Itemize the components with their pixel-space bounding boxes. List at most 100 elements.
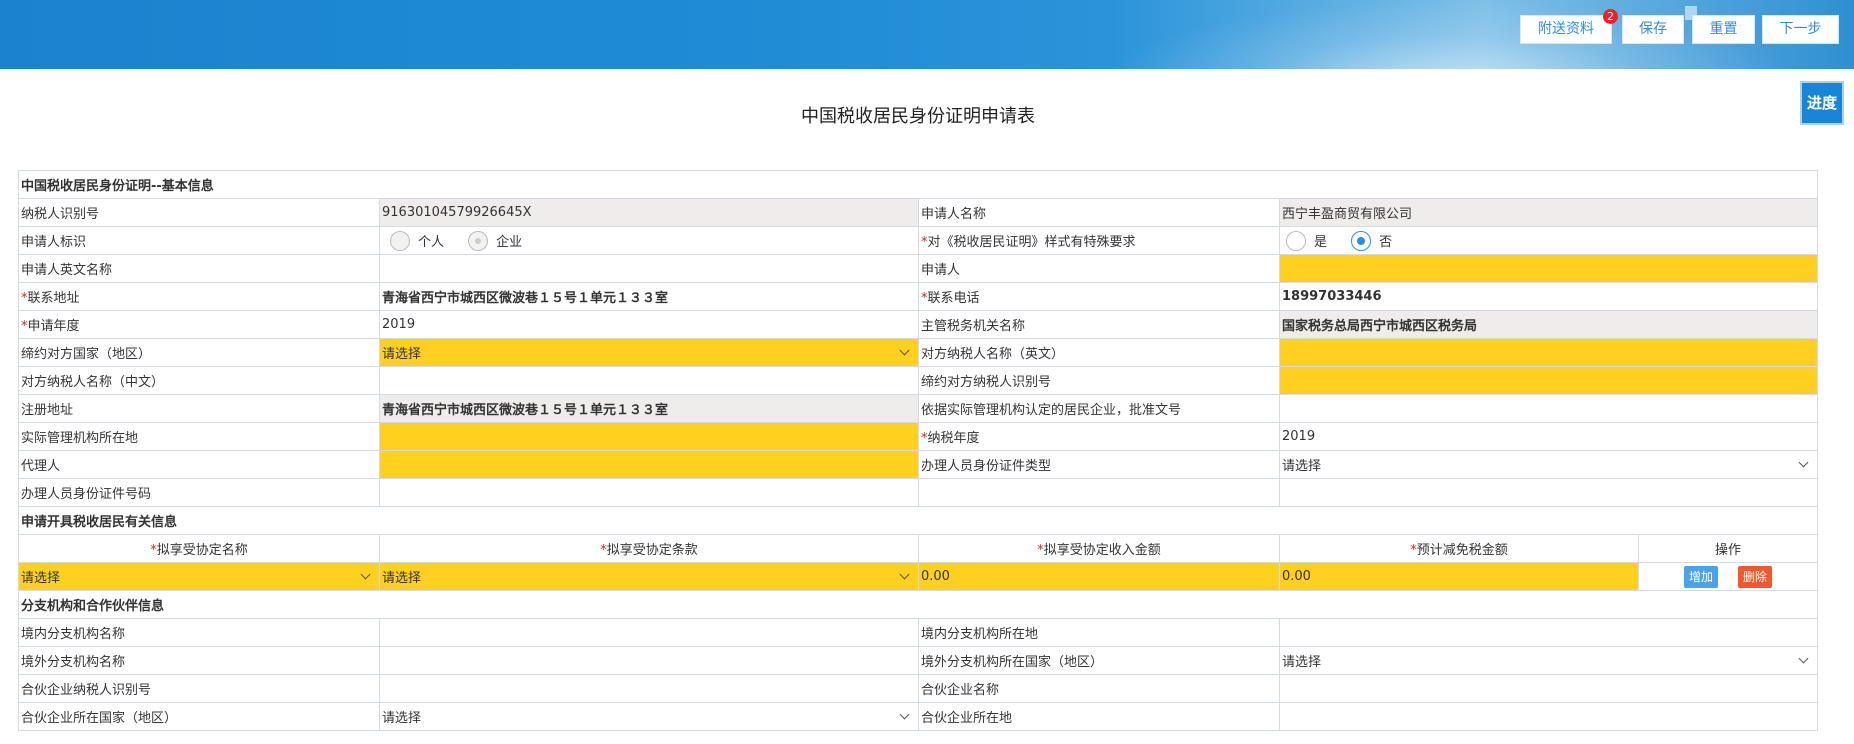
domestic-name-label: 境内分支机构名称 [18, 618, 380, 647]
radio-enterprise[interactable] [468, 230, 489, 251]
country-select[interactable]: 请选择 [379, 338, 919, 367]
section-title-branch: 分支机构和合作伙伴信息 [17, 590, 1819, 619]
radio-individual-label: 个人 [418, 235, 445, 250]
partner-country-value: 请选择 [382, 711, 422, 726]
phone-label-text: 联系电话 [927, 291, 980, 306]
counter-id-input[interactable] [1278, 366, 1819, 395]
approval-doc-label: 依据实际管理机构认定的居民企业，批准文号 [918, 394, 1280, 423]
add-row-button[interactable]: 增加 [1684, 565, 1719, 588]
address-label: *联系地址 [18, 282, 380, 311]
partner-name-label: 合伙企业名称 [918, 674, 1280, 703]
foreign-country-select[interactable]: 请选择 [1278, 646, 1819, 675]
reg-address-label: 注册地址 [18, 394, 380, 423]
progress-button[interactable]: 进度 [1800, 81, 1844, 125]
handler-id-no-label: 办理人员身份证件号码 [18, 478, 380, 507]
handler-id-type-select[interactable]: 请选择 [1278, 450, 1819, 479]
special-format-label: *对《税收居民证明》样式有特殊要求 [918, 226, 1280, 255]
tax-year-label-text: 纳税年度 [927, 431, 980, 446]
income-amount-input[interactable]: 0.00 [918, 562, 1280, 591]
col-income-text: 拟享受协定收入金额 [1043, 543, 1161, 558]
agent-input[interactable] [379, 450, 919, 479]
domestic-name-input[interactable] [379, 618, 919, 647]
top-banner: 附送资料 2 保存 重置 下一步 [0, 0, 1854, 69]
form-row: 境外分支机构名称 境外分支机构所在国家（地区） 请选择 [18, 646, 1819, 675]
clause-select-value: 请选择 [382, 571, 422, 586]
special-format-label-text: 对《税收居民证明》样式有特殊要求 [927, 235, 1136, 250]
counter-cn-input[interactable] [379, 366, 919, 395]
domestic-loc-label: 境内分支机构所在地 [918, 618, 1280, 647]
clause-select[interactable]: 请选择 [379, 562, 919, 591]
delete-row-button[interactable]: 删除 [1738, 565, 1773, 588]
radio-yes[interactable] [1286, 230, 1306, 251]
treaty-row: 请选择 请选择 0.00 0.00 增加 删除 [18, 562, 1819, 591]
form-row: 纳税人识别号 91630104579926645X 申请人名称 西宁丰盈商贸有限… [18, 198, 1819, 227]
chevron-down-icon [1798, 457, 1809, 468]
partner-name-input[interactable] [1278, 674, 1819, 703]
reset-button[interactable]: 重置 [1692, 15, 1755, 44]
radio-enterprise-label: 企业 [496, 235, 523, 250]
application-form: 中国税收居民身份证明--基本信息 纳税人识别号 9163010457992664… [17, 170, 1819, 731]
foreign-name-input[interactable] [379, 646, 919, 675]
counter-cn-label: 对方纳税人名称（中文） [18, 366, 380, 395]
page-title: 中国税收居民身份证明申请表 [801, 106, 1035, 127]
form-row: 对方纳税人名称（中文） 缔约对方纳税人识别号 [18, 366, 1819, 395]
address-input[interactable]: 青海省西宁市城西区微波巷１５号１单元１３３室 [379, 282, 919, 311]
section-basic-header: 中国税收居民身份证明--基本信息 [17, 170, 1819, 199]
partner-loc-label: 合伙企业所在地 [918, 702, 1280, 731]
radio-individual[interactable] [390, 230, 410, 251]
phone-input[interactable]: 18997033446 [1278, 282, 1819, 311]
next-step-button[interactable]: 下一步 [1762, 15, 1839, 44]
applicant-type-label: 申请人标识 [18, 226, 380, 255]
radio-no-label: 否 [1379, 235, 1393, 250]
col-action-header: 操作 [1637, 534, 1819, 563]
treaty-table-header: *拟享受协定名称 *拟享受协定条款 *拟享受协定收入金额 *预计减免税金额 操作 [18, 534, 1819, 563]
partner-country-select[interactable]: 请选择 [379, 702, 919, 731]
tax-office-field: 国家税务总局西宁市城西区税务局 [1278, 310, 1819, 339]
country-label: 缔约对方国家（地区） [18, 338, 380, 367]
applicant-name-field: 西宁丰盈商贸有限公司 [1278, 198, 1819, 227]
domestic-loc-input[interactable] [1278, 618, 1819, 647]
radio-no[interactable] [1351, 230, 1372, 251]
row-actions: 增加 删除 [1637, 562, 1819, 591]
col-exempt-text: 预计减免税金额 [1416, 543, 1508, 558]
approval-doc-input[interactable] [1278, 394, 1819, 423]
counter-id-label: 缔约对方纳税人识别号 [918, 366, 1280, 395]
col-agreement-header: *拟享受协定名称 [18, 534, 380, 563]
mgmt-location-input[interactable] [379, 422, 919, 451]
handler-id-type-label: 办理人员身份证件类型 [918, 450, 1280, 479]
chevron-down-icon [899, 345, 910, 356]
english-name-input[interactable] [379, 254, 919, 283]
foreign-name-label: 境外分支机构名称 [18, 646, 380, 675]
foreign-country-label: 境外分支机构所在国家（地区） [918, 646, 1280, 675]
radio-yes-label: 是 [1314, 235, 1328, 250]
counter-en-input[interactable] [1278, 338, 1819, 367]
col-clause-header: *拟享受协定条款 [379, 534, 919, 563]
partner-id-input[interactable] [379, 674, 919, 703]
col-agreement-text: 拟享受协定名称 [156, 543, 248, 558]
applicant-input[interactable] [1278, 254, 1819, 283]
form-row: 实际管理机构所在地 *纳税年度 2019 [18, 422, 1819, 451]
form-row: 合伙企业纳税人识别号 合伙企业名称 [18, 674, 1819, 703]
save-button[interactable]: 保存 [1622, 15, 1684, 44]
year-input[interactable]: 2019 [379, 310, 919, 339]
handler-id-type-value: 请选择 [1282, 459, 1322, 474]
attach-docs-button[interactable]: 附送资料 [1520, 15, 1612, 44]
agreement-select-value: 请选择 [21, 571, 61, 586]
col-exempt-header: *预计减免税金额 [1279, 534, 1639, 563]
tax-year-input[interactable]: 2019 [1278, 422, 1819, 451]
reg-address-field: 青海省西宁市城西区微波巷１５号１单元１３３室 [379, 394, 919, 423]
applicant-type-radio-group: 个人 企业 [379, 226, 919, 255]
tax-office-label: 主管税务机关名称 [918, 310, 1280, 339]
agreement-select[interactable]: 请选择 [18, 562, 380, 591]
chevron-down-icon [1798, 653, 1809, 664]
partner-loc-input[interactable] [1278, 702, 1819, 731]
counter-en-label: 对方纳税人名称（英文） [918, 338, 1280, 367]
form-row: *申请年度 2019 主管税务机关名称 国家税务总局西宁市城西区税务局 [18, 310, 1819, 339]
exempt-amount-input[interactable]: 0.00 [1279, 562, 1639, 591]
attach-count-badge: 2 [1603, 9, 1618, 24]
taxpayer-id-field: 91630104579926645X [379, 198, 919, 227]
year-label-text: 申请年度 [27, 319, 80, 334]
handler-id-no-input[interactable] [379, 478, 919, 507]
form-row: 办理人员身份证件号码 [18, 478, 1819, 507]
form-row: *联系地址 青海省西宁市城西区微波巷１５号１单元１３３室 *联系电话 18997… [18, 282, 1819, 311]
